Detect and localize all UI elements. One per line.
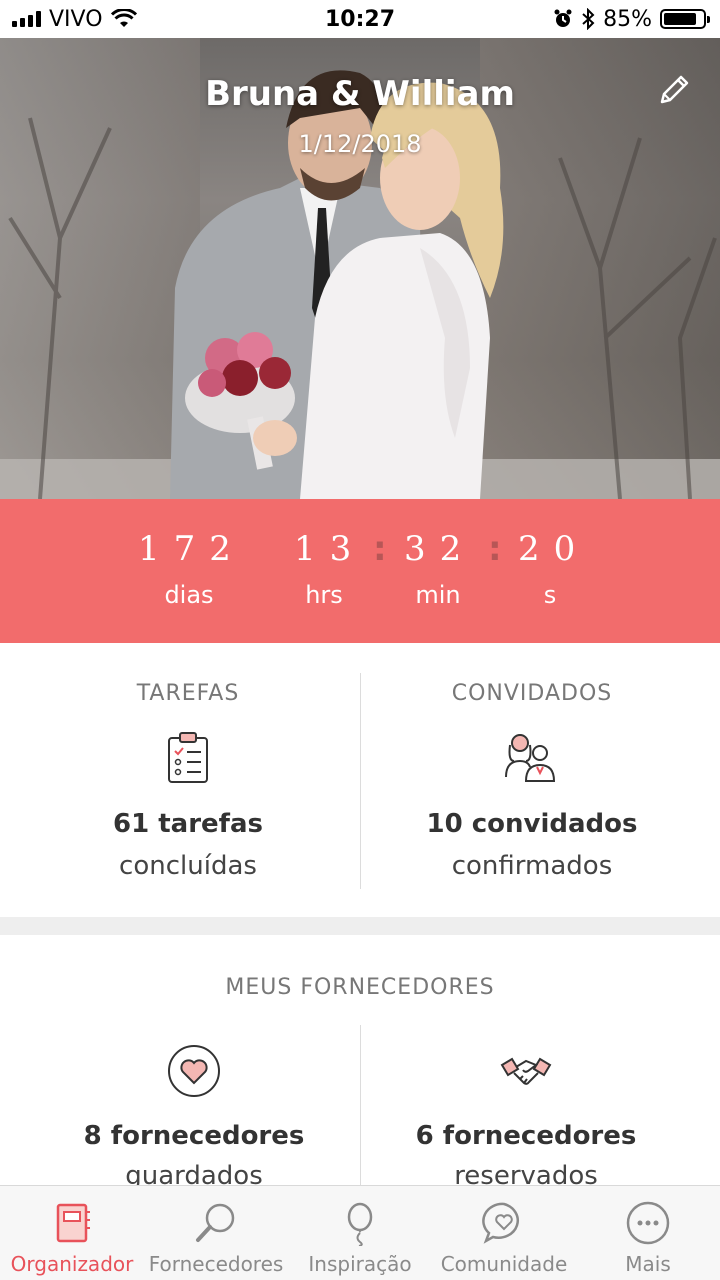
hero-photo: Bruna & William 1/12/2018 [0, 38, 720, 499]
battery-percent: 85% [603, 6, 652, 32]
saved-vendors-sub: guardados [125, 1161, 263, 1185]
tab-fornecedores[interactable]: Fornecedores [144, 1186, 288, 1280]
chat-heart-icon [482, 1202, 519, 1244]
countdown-minutes: 32 [404, 529, 476, 569]
heart-circle-icon [168, 1045, 220, 1097]
balloon-icon [347, 1202, 373, 1246]
wedding-date: 1/12/2018 [298, 130, 422, 158]
countdown-seconds: 20 [518, 529, 590, 569]
carrier-name: VIVO [49, 6, 103, 32]
pencil-icon[interactable] [656, 72, 692, 108]
booked-vendors-count: 6 fornecedores [415, 1121, 637, 1151]
countdown-separator: : [488, 529, 502, 569]
booked-vendors-sub: reservados [454, 1161, 598, 1185]
tasks-title: TAREFAS [136, 681, 240, 706]
tasks-card[interactable]: TAREFAS 61 tarefas concluídas [8, 643, 368, 917]
clipboard-checklist-icon [168, 732, 208, 783]
countdown-banner: 172 13 : 32 : 20 dias hrs min s [0, 499, 720, 643]
tab-comunidade[interactable]: Comunidade [432, 1186, 576, 1280]
tasks-sub: concluídas [119, 851, 257, 881]
tasks-count: 61 tarefas [113, 809, 263, 839]
battery-level-fill [664, 13, 697, 25]
saved-vendors-count: 8 fornecedores [83, 1121, 305, 1151]
guests-sub: confirmados [451, 851, 613, 881]
countdown-seconds-label: s [543, 581, 557, 609]
tab-organizador[interactable]: Organizador [0, 1186, 144, 1280]
notebook-icon [56, 1203, 90, 1243]
saved-vendors-card[interactable]: 8 fornecedores guardados [14, 1025, 374, 1185]
vendors-title: MEUS FORNECEDORES [225, 975, 495, 1000]
magnifier-icon [196, 1203, 235, 1242]
alarm-icon [554, 9, 572, 27]
status-left: VIVO [12, 7, 137, 32]
status-right: 85% [553, 6, 710, 32]
couple-guests-icon [505, 734, 556, 782]
guests-count: 10 convidados [426, 809, 638, 839]
couple-names: Bruna & William [205, 74, 515, 114]
tab-label: Comunidade [440, 1252, 568, 1276]
countdown-days: 172 [138, 529, 245, 569]
more-dots-icon [626, 1201, 670, 1245]
countdown-hours: 13 [294, 529, 366, 569]
battery-icon [660, 9, 710, 29]
bottom-tab-bar: Organizador Fornecedores Inspiração Comu… [0, 1185, 720, 1280]
tab-label: Inspiração [308, 1252, 412, 1276]
bluetooth-icon [582, 8, 595, 30]
booked-vendors-card[interactable]: 6 fornecedores reservados [346, 1025, 706, 1185]
handshake-icon [500, 1057, 552, 1085]
countdown-separator: : [373, 529, 387, 569]
wifi-icon [110, 9, 137, 27]
tab-label: Mais [625, 1252, 671, 1276]
tab-inspiracao[interactable]: Inspiração [288, 1186, 432, 1280]
status-bar: VIVO 10:27 85% [0, 0, 720, 38]
tab-label: Fornecedores [148, 1252, 284, 1276]
countdown-hours-label: hrs [305, 581, 343, 609]
summary-stats: TAREFAS 61 tarefas concluídas CONVIDADOS… [0, 643, 720, 917]
signal-icon [12, 11, 41, 27]
guests-title: CONVIDADOS [451, 681, 613, 706]
section-separator [0, 917, 720, 935]
countdown-minutes-label: min [415, 581, 461, 609]
countdown-days-label: dias [164, 581, 214, 609]
tab-label: Organizador [10, 1252, 134, 1276]
tab-mais[interactable]: Mais [576, 1186, 720, 1280]
guests-card[interactable]: CONVIDADOS 10 convidados confirmados [352, 643, 712, 917]
my-vendors-section: MEUS FORNECEDORES 8 fornecedores guardad… [0, 935, 720, 1185]
